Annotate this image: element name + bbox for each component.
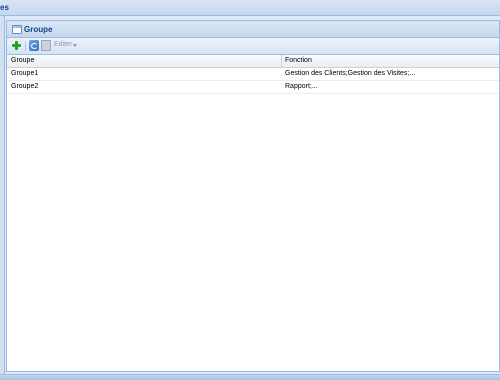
column-header-fonction[interactable]: Fonction — [285, 57, 312, 67]
table-row[interactable]: Groupe2 Rapport;... — [7, 81, 499, 94]
refresh-icon[interactable] — [29, 40, 39, 51]
chevron-down-icon[interactable] — [73, 44, 77, 47]
window-body: Groupe Editer Groupe Fonction Groupe1 Ge… — [0, 16, 500, 374]
cell-fonction: Gestion des Clients;Gestion des Visites;… — [285, 70, 416, 77]
table-row[interactable]: Groupe1 Gestion des Clients;Gestion des … — [7, 68, 499, 81]
cell-groupe: Groupe1 — [11, 70, 39, 77]
column-header-groupe[interactable]: Groupe — [11, 57, 34, 67]
toolbar: Editer — [7, 38, 499, 55]
column-separator[interactable] — [281, 55, 282, 68]
collapsed-side-panel[interactable] — [0, 16, 5, 374]
cell-groupe: Groupe2 — [11, 83, 39, 90]
panel-title: Groupe — [24, 25, 53, 34]
window-title: es — [0, 3, 9, 12]
panel-icon — [12, 25, 22, 34]
panel-header: Groupe — [7, 21, 499, 38]
add-icon[interactable] — [11, 40, 22, 51]
window-header: es — [0, 0, 500, 16]
edit-button-label[interactable]: Editer — [54, 41, 72, 48]
grid-header: Groupe Fonction — [7, 55, 499, 68]
toolbar-separator — [25, 41, 26, 51]
status-bar — [0, 374, 500, 380]
groupe-panel: Groupe Editer Groupe Fonction Groupe1 Ge… — [6, 20, 500, 372]
cell-fonction: Rapport;... — [285, 83, 318, 90]
edit-icon[interactable] — [41, 40, 51, 51]
